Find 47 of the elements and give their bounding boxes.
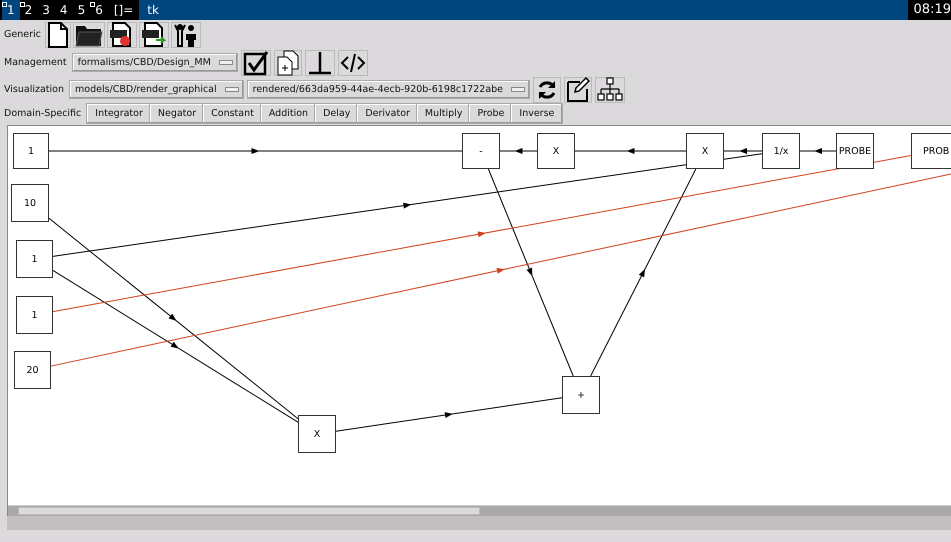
block-button[interactable]: Inverse: [510, 103, 564, 124]
toolbar-label: Generic: [4, 29, 41, 40]
copy-icon[interactable]: [274, 50, 302, 76]
code-icon[interactable]: [338, 50, 368, 76]
dropdown[interactable]: formalisms/CBD/Design_MM: [72, 53, 238, 72]
folder-icon[interactable]: [72, 22, 105, 48]
scrollbar-thumb[interactable]: [18, 507, 480, 515]
workspace-tag[interactable]: 1: [2, 0, 20, 20]
edit-icon[interactable]: [564, 76, 592, 102]
block-node[interactable]: PROBE: [836, 133, 874, 169]
window-title: tk: [146, 2, 160, 19]
block-button[interactable]: Integrator: [86, 103, 152, 124]
workspace-tag[interactable]: 3: [37, 0, 55, 20]
block-node[interactable]: -: [462, 133, 500, 169]
block-node[interactable]: 1: [16, 296, 53, 334]
layout-indicator[interactable]: []=: [108, 0, 140, 20]
run-file-icon[interactable]: [138, 22, 169, 48]
block-node[interactable]: 1: [16, 240, 53, 278]
people-icon[interactable]: [170, 22, 201, 48]
toolbar-label: Domain-Specific: [4, 108, 82, 119]
dropdown[interactable]: rendered/663da959-44ae-4ecb-920b-6198c1722abe: [246, 80, 530, 99]
block-node[interactable]: 1/x: [762, 133, 800, 169]
workspace-tag[interactable]: 4: [54, 0, 73, 20]
export-file-icon[interactable]: [106, 22, 137, 48]
dropdown[interactable]: models/CBD/render_graphical: [69, 80, 244, 99]
refresh-icon[interactable]: [533, 76, 562, 102]
block-node[interactable]: X: [537, 133, 575, 169]
block-node[interactable]: X: [686, 133, 724, 169]
toolbar-label: Management: [4, 57, 67, 68]
block-button[interactable]: Derivator: [356, 103, 419, 124]
block-node[interactable]: 20: [14, 351, 51, 389]
block-node[interactable]: 10: [11, 184, 49, 222]
block-node[interactable]: PROB: [911, 133, 951, 169]
block-node[interactable]: +: [562, 376, 600, 414]
hierarchy-icon[interactable]: [595, 76, 626, 102]
horizontal-scrollbar[interactable]: [8, 505, 951, 516]
block-node[interactable]: 1: [13, 133, 49, 169]
block-node[interactable]: X: [298, 415, 336, 453]
clock: 08:19: [908, 0, 951, 20]
workspace-tag[interactable]: 6: [90, 0, 108, 20]
toolbar-label: Visualization: [4, 84, 64, 95]
checkmark-icon[interactable]: [240, 50, 271, 76]
workspace-tag[interactable]: 5: [72, 0, 90, 20]
workspace-tag[interactable]: 2: [20, 0, 38, 20]
perpendicular-icon[interactable]: [304, 50, 335, 76]
new-file-icon[interactable]: [44, 22, 71, 48]
block-button[interactable]: Constant: [202, 103, 263, 124]
